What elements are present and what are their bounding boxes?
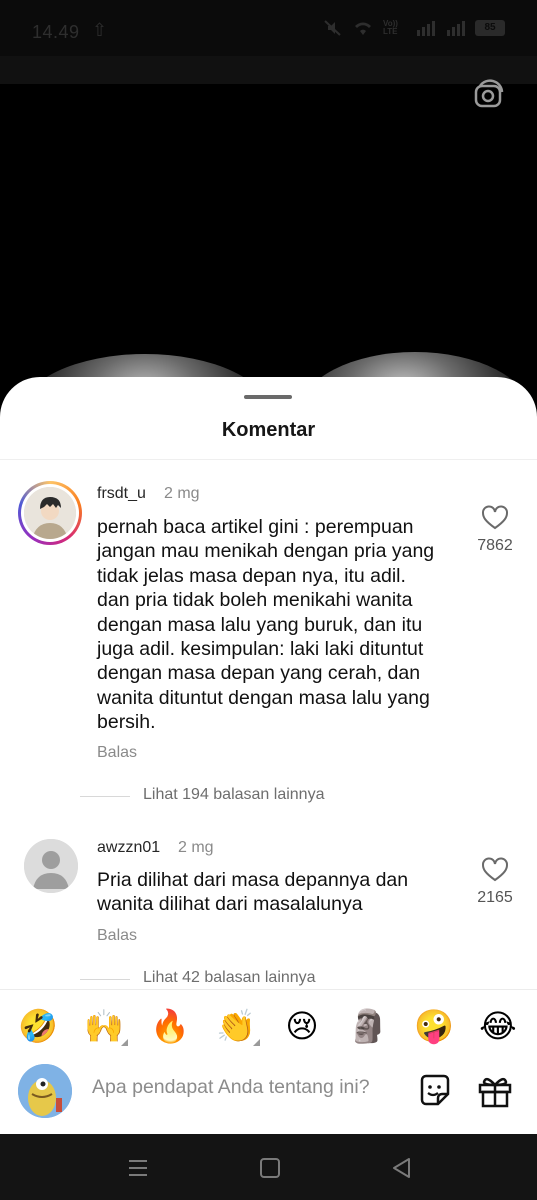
volte-icon: Vo)) LTE bbox=[383, 19, 398, 36]
emoji-zany-button[interactable]: 🤪 bbox=[412, 1004, 456, 1048]
emoji-rofl-button[interactable]: 🤣 bbox=[16, 1004, 60, 1048]
like-button[interactable]: 7862 bbox=[470, 505, 520, 555]
input-row bbox=[0, 1062, 537, 1122]
mute-icon bbox=[324, 20, 341, 36]
status-icons: Vo)) LTE 85 bbox=[323, 20, 505, 36]
like-button[interactable]: 2165 bbox=[470, 857, 520, 907]
divider bbox=[0, 459, 537, 460]
reply-button[interactable]: Balas bbox=[97, 744, 137, 762]
view-more-replies[interactable]: Lihat 194 balasan lainnya bbox=[80, 786, 380, 806]
comment-composer: 🤣 🙌 🔥 👏 😢 🗿 🤪 😂 bbox=[0, 989, 537, 1134]
video-player[interactable] bbox=[0, 84, 537, 404]
home-icon[interactable] bbox=[256, 1154, 284, 1182]
sheet-drag-handle[interactable] bbox=[244, 395, 292, 399]
reply-button[interactable]: Balas bbox=[97, 927, 137, 945]
battery-icon: 85 bbox=[475, 20, 505, 36]
recents-icon[interactable] bbox=[124, 1154, 152, 1182]
signal-icon bbox=[417, 21, 435, 36]
default-avatar-icon bbox=[24, 839, 78, 893]
emoji-variants-indicator bbox=[253, 1039, 260, 1046]
comment-input[interactable] bbox=[92, 1076, 402, 1099]
gift-icon[interactable] bbox=[476, 1072, 514, 1110]
comment-time: 2 mg bbox=[164, 485, 200, 502]
comment-time: 2 mg bbox=[178, 839, 214, 856]
sheet-title: Komentar bbox=[221, 419, 316, 441]
emoji-raised-hands-button[interactable]: 🙌 bbox=[82, 1004, 128, 1048]
emoji-variants-indicator bbox=[121, 1039, 128, 1046]
comment-username[interactable]: awzzn01 bbox=[97, 839, 160, 857]
view-more-replies-label: Lihat 42 balasan lainnya bbox=[143, 969, 316, 986]
top-bar-background bbox=[0, 56, 537, 84]
sticker-icon[interactable] bbox=[416, 1072, 454, 1110]
my-avatar bbox=[18, 1064, 72, 1118]
emoji-joy-button[interactable]: 😂 bbox=[476, 1004, 520, 1048]
divider bbox=[80, 979, 130, 980]
camera-flip-icon[interactable] bbox=[470, 76, 508, 114]
comment-text: Pria dilihat dari masa depannya dan wani… bbox=[97, 869, 409, 916]
divider bbox=[80, 796, 130, 797]
emoji-quick-bar: 🤣 🙌 🔥 👏 😢 🗿 🤪 😂 bbox=[0, 1004, 537, 1048]
emoji-cry-button[interactable]: 😢 bbox=[280, 1004, 324, 1048]
user-avatar-illustration-icon bbox=[24, 487, 76, 539]
avatar[interactable] bbox=[18, 481, 82, 545]
avatar-image bbox=[24, 487, 76, 539]
view-more-replies[interactable]: Lihat 42 balasan lainnya bbox=[80, 969, 380, 989]
like-count: 2165 bbox=[477, 889, 513, 906]
heart-icon bbox=[482, 505, 508, 530]
back-icon[interactable] bbox=[388, 1154, 416, 1182]
emoji-fire-button[interactable]: 🔥 bbox=[148, 1004, 192, 1048]
system-nav-bar bbox=[0, 1134, 537, 1200]
like-count: 7862 bbox=[477, 537, 513, 554]
heart-icon bbox=[482, 857, 508, 882]
avatar[interactable] bbox=[24, 839, 78, 893]
emoji-clap-button[interactable]: 👏 bbox=[214, 1004, 260, 1048]
status-bar: 14.49 ⇧ Vo)) LTE 85 bbox=[0, 0, 537, 56]
comment-text: pernah baca artikel gini : perempuan jan… bbox=[97, 516, 435, 734]
upload-icon: ⇧ bbox=[92, 20, 108, 40]
status-time: 14.49 bbox=[32, 22, 80, 42]
emoji-moai-button[interactable]: 🗿 bbox=[346, 1004, 390, 1048]
wifi-icon bbox=[355, 22, 371, 35]
signal-icon bbox=[447, 21, 465, 36]
fish-character-avatar-icon bbox=[18, 1064, 72, 1118]
comment-username[interactable]: frsdt_u bbox=[97, 485, 146, 503]
view-more-replies-label: Lihat 194 balasan lainnya bbox=[143, 786, 325, 803]
